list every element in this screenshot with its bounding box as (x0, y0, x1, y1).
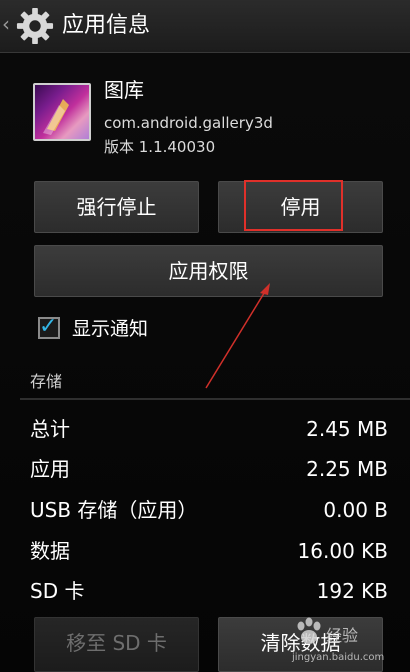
action-bar: ‹ 应用信息 (0, 0, 410, 53)
storage-label: 数据 (30, 539, 70, 563)
storage-row-total: 总计 2.45 MB (30, 415, 388, 443)
red-highlight-box (244, 180, 343, 231)
app-name: 图库 (104, 78, 144, 102)
storage-value: 192 KB (316, 579, 388, 603)
page-title: 应用信息 (62, 13, 151, 38)
app-permissions-label: 应用权限 (168, 259, 249, 283)
storage-section-header: 存储 (30, 372, 63, 391)
storage-label: 应用 (30, 457, 70, 481)
storage-row-app: 应用 2.25 MB (30, 455, 388, 483)
baidu-jingyan-watermark: 经验 jingyan.baidu.com (292, 612, 410, 672)
storage-row-sd: SD 卡 192 KB (30, 577, 388, 605)
storage-value: 16.00 KB (297, 539, 388, 563)
storage-value: 0.00 B (323, 498, 388, 522)
storage-label: 总计 (30, 417, 70, 441)
app-info-content: 图库 com.android.gallery3d 版本 1.1.40030 强行… (0, 53, 410, 672)
storage-label: USB 存储（应用） (30, 498, 198, 522)
gallery-image-icon (43, 99, 69, 135)
watermark-text: 经验 (326, 626, 359, 645)
show-notifications-label: 显示通知 (72, 318, 149, 340)
force-stop-label: 强行停止 (76, 195, 157, 219)
gallery-app-icon (33, 83, 91, 141)
move-to-sd-label: 移至 SD 卡 (66, 631, 167, 655)
app-package-name: com.android.gallery3d (104, 114, 273, 132)
show-notifications-checkbox[interactable]: ✓ (38, 314, 60, 339)
storage-row-usb: USB 存储（应用） 0.00 B (30, 496, 388, 524)
storage-row-data: 数据 16.00 KB (30, 537, 388, 565)
storage-label: SD 卡 (30, 579, 85, 603)
storage-value: 2.25 MB (306, 457, 388, 481)
section-divider (20, 398, 410, 400)
move-to-sd-button[interactable]: 移至 SD 卡 (34, 617, 199, 672)
storage-value: 2.45 MB (306, 417, 388, 441)
app-permissions-button[interactable]: 应用权限 (34, 245, 383, 297)
settings-gear-icon[interactable] (16, 7, 54, 45)
force-stop-button[interactable]: 强行停止 (34, 181, 199, 233)
checkmark-icon: ✓ (39, 314, 58, 339)
baidu-paw-icon (297, 617, 321, 644)
back-chevron-icon[interactable]: ‹ (2, 12, 10, 36)
watermark-url: jingyan.baidu.com (292, 652, 385, 663)
app-version: 版本 1.1.40030 (104, 138, 216, 156)
